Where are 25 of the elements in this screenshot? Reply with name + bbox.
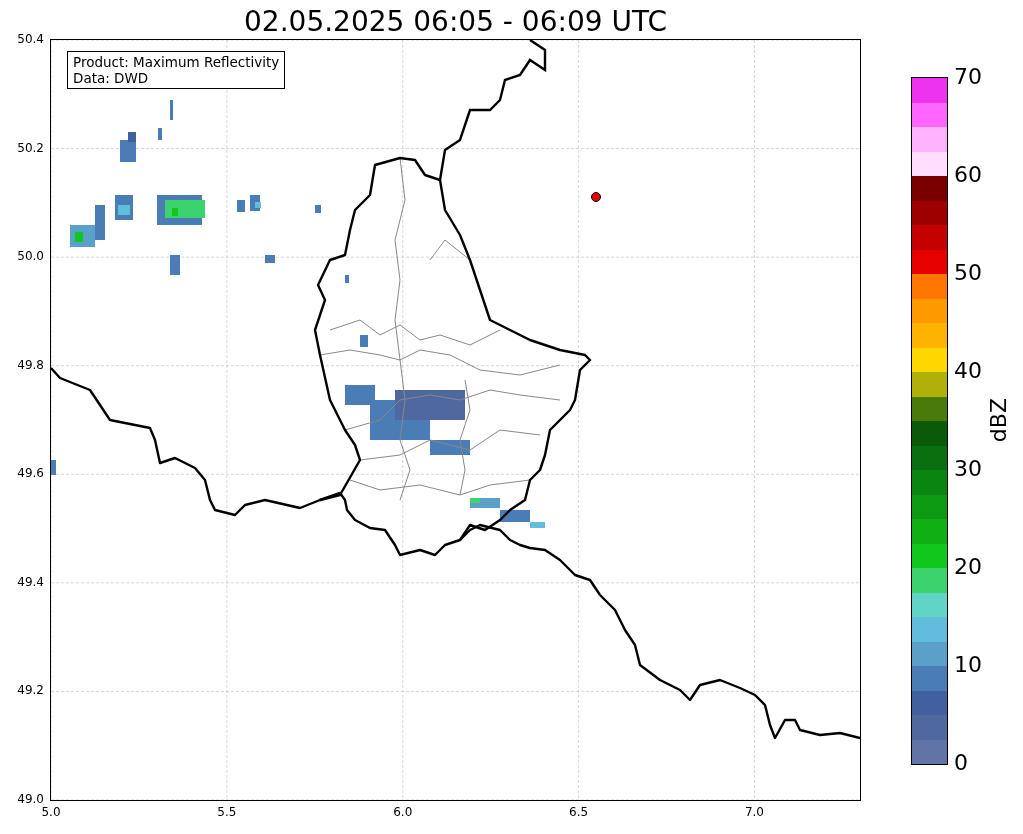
info-text: Product: Maximum Reflectivity	[73, 54, 280, 70]
latitude-tick-label: 49.8	[17, 357, 44, 372]
colorbar-tick-label: 70	[954, 63, 982, 91]
latitude-tick-label: 49.0	[17, 792, 44, 806]
chart-title: 02.05.2025 06:05 - 06:09 UTC	[243, 4, 668, 40]
latitude-tick-label: 49.4	[17, 574, 44, 589]
latitude-tick-label: 50.2	[17, 140, 44, 155]
colorbar-tick-label: 40	[954, 357, 982, 385]
colorbar-tick-label: 20	[954, 553, 982, 581]
colorbar-tick-label: 60	[954, 161, 982, 189]
colorbar-tick-label: 0	[954, 749, 968, 777]
latitude-tick-label: 49.6	[17, 466, 44, 481]
longitude-tick-label: 5.0	[40, 805, 62, 819]
latitude-tick-label: 50.0	[17, 249, 44, 264]
latitude-tick-label: 49.2	[17, 683, 44, 698]
latitude-tick-label: 50.4	[17, 32, 44, 46]
longitude-tick-label: 5.5	[216, 805, 238, 819]
info-text: Data: DWD	[73, 70, 150, 86]
colorbar-tick-label: 10	[954, 651, 982, 679]
colorbar-tick-label: 30	[954, 455, 982, 483]
longitude-tick-label: 7.0	[743, 805, 765, 819]
colorbar-tick-label: 50	[954, 259, 982, 287]
colorbar-label: dBZ	[987, 397, 1011, 443]
longitude-tick-label: 6.0	[392, 805, 414, 819]
longitude-tick-label: 6.5	[568, 805, 590, 819]
